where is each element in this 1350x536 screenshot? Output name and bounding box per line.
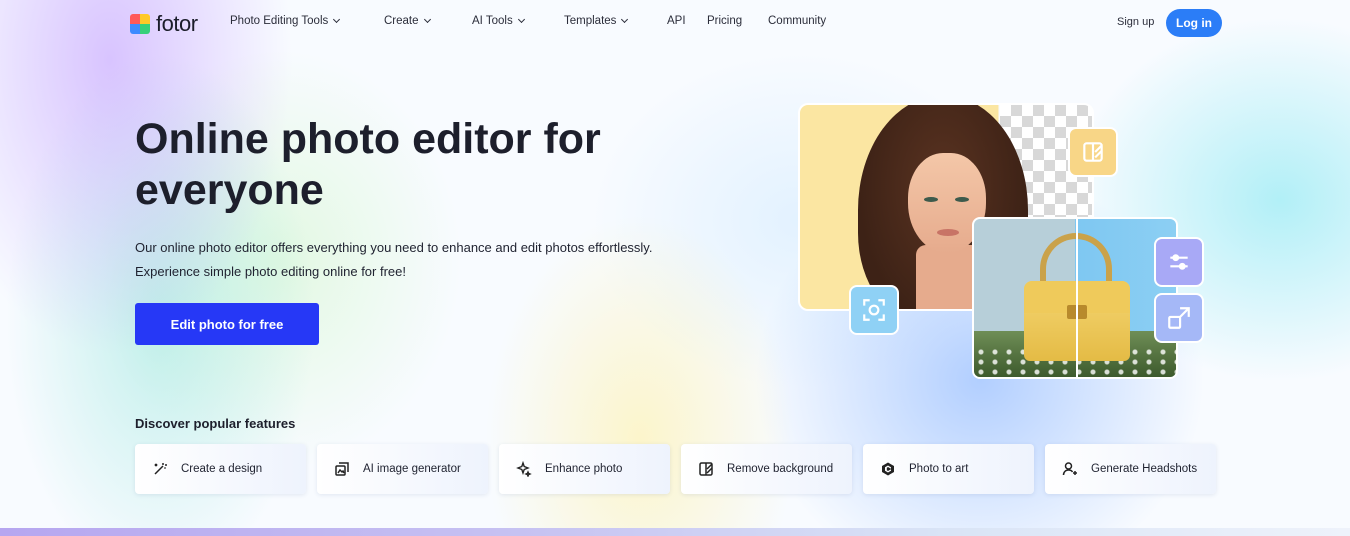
fotor-logo-icon [130, 14, 150, 34]
handbag-image [972, 217, 1178, 379]
chevron-down-icon [621, 15, 629, 24]
sparkle-enhance-icon [515, 460, 533, 478]
split-compare-icon [1068, 127, 1118, 177]
nav-label: Community [768, 15, 827, 27]
feature-label: Remove background [727, 463, 834, 475]
ai-image-icon [333, 460, 351, 478]
nav-label: Templates [564, 15, 617, 27]
hero-collage [798, 100, 1218, 382]
feature-remove-background[interactable]: Remove background [681, 444, 852, 494]
feature-ai-image-generator[interactable]: AI image generator [317, 444, 488, 494]
feature-generate-headshots[interactable]: Generate Headshots [1045, 444, 1216, 494]
edit-photo-button[interactable]: Edit photo for free [135, 303, 319, 345]
focus-icon [849, 285, 899, 335]
features-title: Discover popular features [135, 416, 296, 431]
adjust-sliders-icon [1154, 237, 1204, 287]
signup-link[interactable]: Sign up [1117, 16, 1154, 28]
nav-api[interactable]: API [667, 15, 686, 27]
fotor-logo[interactable]: fotor [130, 11, 198, 37]
feature-label: Generate Headshots [1091, 463, 1198, 475]
headshot-user-icon [1061, 460, 1079, 478]
remove-bg-icon [697, 460, 715, 478]
feature-enhance-photo[interactable]: Enhance photo [499, 444, 670, 494]
feature-label: Photo to art [909, 463, 969, 475]
nav-photo-editing-tools[interactable]: Photo Editing Tools [230, 15, 341, 27]
hero-description: Our online photo editor offers everythin… [135, 240, 653, 279]
top-nav: fotor Photo Editing Tools Create AI Tool… [0, 0, 1350, 44]
nav-pricing[interactable]: Pricing [707, 15, 742, 27]
nav-create[interactable]: Create [384, 15, 431, 27]
feature-create-design[interactable]: Create a design [135, 444, 306, 494]
hero-title: Online photo editor for everyone [135, 115, 601, 214]
feature-label: Create a design [181, 463, 263, 475]
login-button[interactable]: Log in [1166, 9, 1222, 37]
nav-label: Pricing [707, 15, 743, 27]
enlarge-icon [1154, 293, 1204, 343]
nav-templates[interactable]: Templates [564, 15, 629, 27]
feature-photo-to-art[interactable]: Photo to art [863, 444, 1034, 494]
compare-divider [1076, 219, 1078, 377]
nav-label: Photo Editing Tools [230, 15, 329, 27]
photo-to-art-icon [879, 460, 897, 478]
chevron-down-icon [333, 15, 341, 24]
magic-wand-icon [151, 460, 169, 478]
feature-label: Enhance photo [545, 463, 623, 475]
feature-label: AI image generator [363, 463, 461, 475]
chevron-down-icon [517, 15, 525, 24]
nav-community[interactable]: Community [768, 15, 826, 27]
nav-label: API [667, 15, 686, 27]
chevron-down-icon [423, 15, 431, 24]
nav-label: AI Tools [472, 15, 513, 27]
logo-text: fotor [156, 11, 198, 36]
nav-label: Create [384, 15, 419, 27]
nav-ai-tools[interactable]: AI Tools [472, 15, 525, 27]
